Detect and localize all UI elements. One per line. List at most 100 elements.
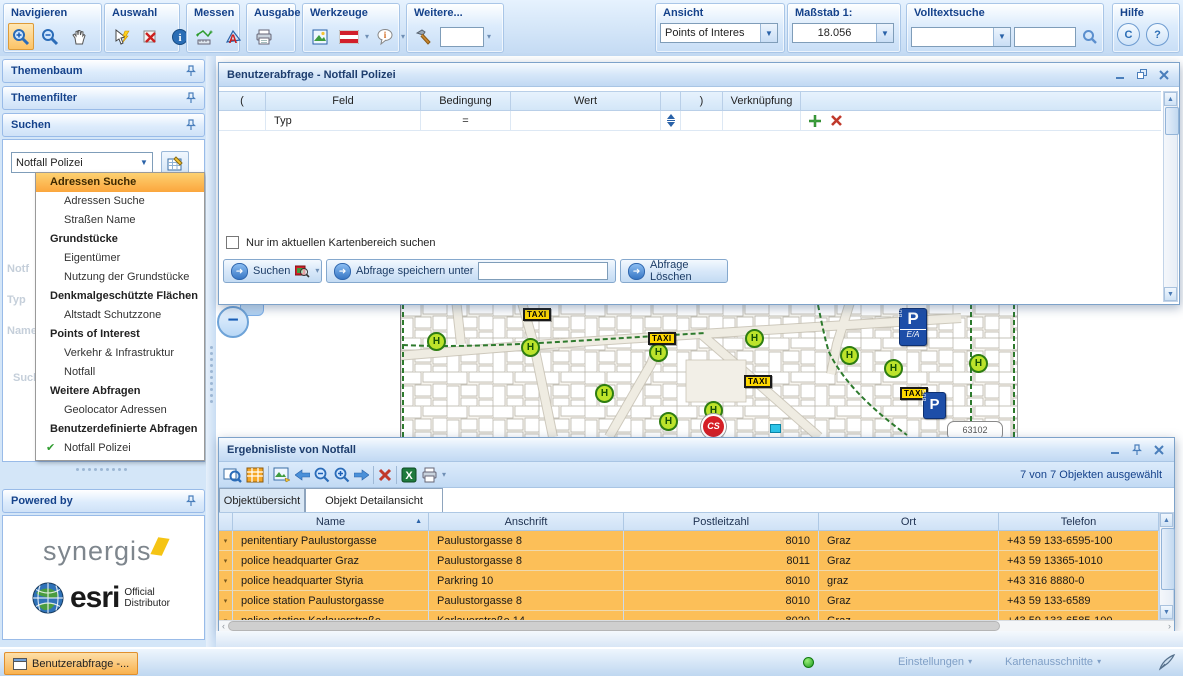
column-header-ort[interactable]: Ort xyxy=(819,512,999,531)
flag-dropdown-caret[interactable]: ▾ xyxy=(365,33,369,41)
stop-marker[interactable]: H xyxy=(521,338,540,357)
row-menu-caret[interactable]: ▾ xyxy=(219,591,233,611)
abfrage-loeschen-button[interactable]: ➜ Abfrage Löschen xyxy=(620,259,728,283)
zoom-out-button[interactable] xyxy=(37,23,63,50)
help-button[interactable]: ? xyxy=(1146,23,1169,46)
cell-name[interactable]: penitentiary Paulustorgasse xyxy=(233,531,429,551)
massstab-combobox[interactable]: 18.056 ▼ xyxy=(792,23,894,43)
pin-icon[interactable] xyxy=(186,119,196,131)
row-menu-caret[interactable]: ▾ xyxy=(219,551,233,571)
cell-anschrift[interactable]: Paulustorgasse 8 xyxy=(429,591,624,611)
cell-telefon[interactable]: +43 59 133-6589 xyxy=(999,591,1159,611)
context-help-button[interactable]: C xyxy=(1117,23,1140,46)
scroll-down-icon[interactable]: ▼ xyxy=(1164,287,1177,301)
volltextsuche-combobox[interactable]: ▼ xyxy=(911,27,1011,47)
scrollbar-thumb[interactable] xyxy=(228,621,1000,631)
abfrage-speichern-button[interactable]: ➜ Abfrage speichern unter xyxy=(326,259,616,283)
query-row-wert-input[interactable] xyxy=(511,111,661,131)
list-group-header[interactable]: Points of Interest xyxy=(36,325,204,344)
column-header-feld[interactable]: Feld xyxy=(266,91,421,111)
map-extent-checkbox[interactable] xyxy=(226,236,239,249)
stop-marker[interactable]: H xyxy=(649,343,668,362)
chevron-down-icon[interactable]: ▼ xyxy=(136,153,152,172)
save-name-input[interactable] xyxy=(478,262,608,280)
previous-record-icon[interactable] xyxy=(295,469,310,481)
stop-marker[interactable]: H xyxy=(745,329,764,348)
print-dropdown-caret[interactable]: ▾ xyxy=(442,471,446,479)
pin-icon[interactable] xyxy=(186,92,196,104)
column-header-close-paren[interactable]: ) xyxy=(681,91,723,111)
column-header-bedingung[interactable]: Bedingung xyxy=(421,91,511,111)
volltextsuche-input[interactable] xyxy=(1014,27,1076,47)
cs-marker[interactable]: CS xyxy=(701,414,726,437)
query-row-bedingung[interactable]: = xyxy=(421,111,511,131)
stop-marker[interactable]: H xyxy=(840,346,859,365)
pin-icon[interactable] xyxy=(1130,443,1144,457)
tab-objektuebersicht[interactable]: Objektübersicht xyxy=(219,488,305,512)
cell-ort[interactable]: Graz xyxy=(819,551,999,571)
cell-plz[interactable]: 8010 xyxy=(624,571,819,591)
scroll-right-icon[interactable]: › xyxy=(1165,621,1174,631)
stop-marker[interactable]: H xyxy=(427,332,446,351)
horizontal-splitter-handle[interactable] xyxy=(76,468,127,471)
sidebar-panel-themenfilter[interactable]: Themenfilter xyxy=(2,86,205,110)
row-menu-caret[interactable]: ▾ xyxy=(219,611,233,620)
einstellungen-menu[interactable]: Einstellungen ▾ xyxy=(898,656,972,668)
ansicht-combobox[interactable]: Points of Interes ▼ xyxy=(660,23,778,43)
callout-dropdown-caret[interactable]: ▾ xyxy=(401,33,405,41)
zoom-out-record-icon[interactable] xyxy=(314,467,330,483)
cell-telefon[interactable]: +43 316 8880-0 xyxy=(999,571,1159,591)
cell-name[interactable]: police station Paulustorgasse xyxy=(233,591,429,611)
clear-selection-button[interactable] xyxy=(138,23,164,50)
tools-combobox[interactable] xyxy=(440,27,484,47)
chevron-down-icon[interactable]: ▼ xyxy=(993,28,1010,46)
zoom-to-selection-icon[interactable] xyxy=(223,466,242,484)
sidebar-panel-themenbaum[interactable]: Themenbaum xyxy=(2,59,205,83)
results-titlebar[interactable]: Ergebnisliste von Notfall xyxy=(219,438,1174,462)
cell-name[interactable]: police headquarter Graz xyxy=(233,551,429,571)
taskbar-item-benutzerabfrage[interactable]: Benutzerabfrage -... xyxy=(4,652,138,675)
sidebar-panel-suchen[interactable]: Suchen xyxy=(2,113,205,137)
minimize-button[interactable] xyxy=(1108,443,1122,457)
select-features-button[interactable] xyxy=(109,23,135,50)
measure-distance-button[interactable] xyxy=(191,23,217,50)
parking-bus-marker[interactable]: BUS P E/A xyxy=(899,308,927,346)
list-item[interactable]: Eigentümer xyxy=(36,249,204,268)
list-item[interactable]: Nutzung der Grundstücke xyxy=(36,268,204,287)
suchen-button[interactable]: ➜ Suchen ▾ xyxy=(223,259,322,283)
list-item[interactable]: Straßen Name xyxy=(36,211,204,230)
taxi-marker[interactable]: TAXI xyxy=(744,375,772,388)
vertical-splitter[interactable] xyxy=(206,56,216,647)
scroll-down-icon[interactable]: ▼ xyxy=(1160,605,1173,619)
results-horizontal-scrollbar[interactable]: ‹ › xyxy=(219,620,1174,631)
splitter-handle[interactable] xyxy=(206,346,216,403)
taxi-marker[interactable]: TAXI xyxy=(523,308,551,321)
search-button[interactable] xyxy=(1079,23,1101,50)
cell-anschrift[interactable]: Paulustorgasse 8 xyxy=(429,551,624,571)
list-group-header[interactable]: Denkmalgeschützte Flächen xyxy=(36,287,204,306)
query-row-spinner[interactable] xyxy=(661,111,681,131)
map-zoom-out-button[interactable]: − xyxy=(217,306,249,338)
query-row-verknuepfung[interactable] xyxy=(723,111,801,131)
pin-icon[interactable] xyxy=(186,65,196,77)
cell-ort[interactable]: Graz xyxy=(819,611,999,620)
pin-icon[interactable] xyxy=(186,495,196,507)
query-row-open-paren[interactable] xyxy=(219,111,266,131)
stop-marker[interactable]: H xyxy=(884,359,903,378)
redline-pen-icon[interactable] xyxy=(1158,653,1176,671)
column-header-wert[interactable]: Wert xyxy=(511,91,661,111)
cell-anschrift[interactable]: Parkring 10 xyxy=(429,571,624,591)
list-item[interactable]: Notfall xyxy=(36,363,204,382)
kartenausschnitte-menu[interactable]: Kartenausschnitte ▾ xyxy=(1005,656,1101,668)
map-viewport[interactable]: H H H H H H H H H H TAXI TAXI TAXI TAXI … xyxy=(400,304,1018,437)
austria-flag-button[interactable] xyxy=(336,23,362,50)
list-item[interactable]: Verkehr & Infrastruktur xyxy=(36,344,204,363)
parking-bus-marker[interactable]: BUS P xyxy=(923,392,946,419)
query-dialog-titlebar[interactable]: Benutzerabfrage - Notfall Polizei xyxy=(219,63,1179,87)
tools-dropdown-caret[interactable]: ▾ xyxy=(487,33,491,41)
cell-telefon[interactable]: +43 59 133-6585-100 xyxy=(999,611,1159,620)
chevron-down-icon[interactable]: ▼ xyxy=(876,24,893,42)
pan-button[interactable] xyxy=(66,23,92,50)
list-item[interactable]: Geolocator Adressen xyxy=(36,401,204,420)
cell-name[interactable]: police headquarter Styria xyxy=(233,571,429,591)
